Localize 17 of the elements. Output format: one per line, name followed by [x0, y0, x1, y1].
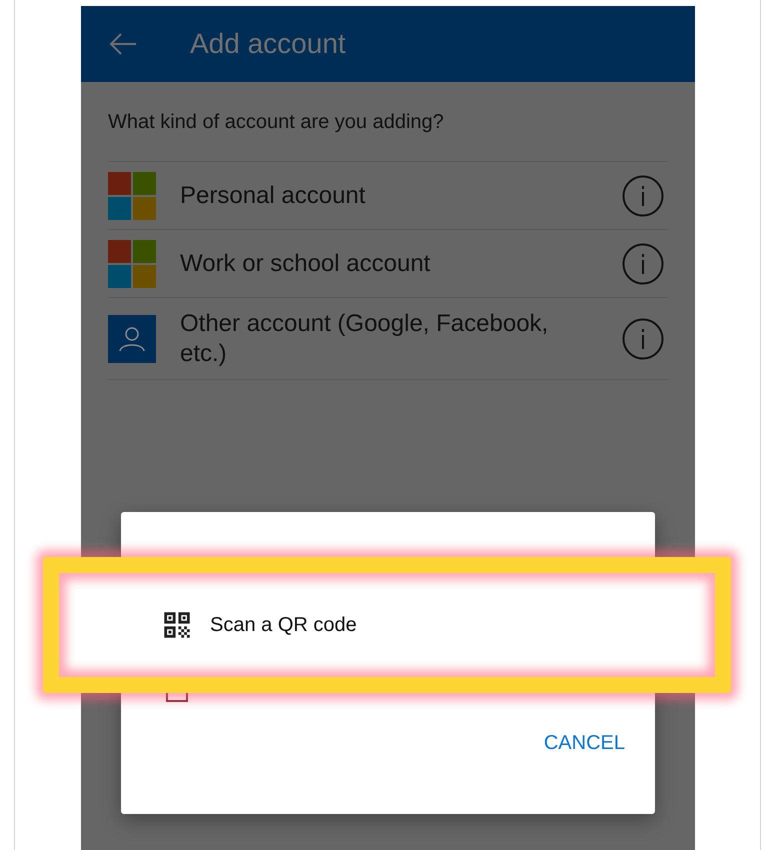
account-option[interactable]: Personal account: [108, 161, 668, 229]
dialog-option[interactable]: Scan a QR code: [210, 610, 357, 640]
account-option[interactable]: Work or school account: [108, 229, 668, 297]
account-label: Personal account: [180, 180, 366, 210]
screen-title: Add account: [190, 27, 346, 61]
info-icon[interactable]: [622, 318, 664, 360]
person-icon: [108, 314, 156, 362]
account-label: Other account (Google, Facebook, etc.): [180, 308, 550, 368]
back-arrow-icon[interactable]: [108, 32, 138, 56]
four-squares-icon: [108, 240, 156, 288]
prompt-text: What kind of account are you adding?: [108, 110, 445, 134]
four-squares-icon: [108, 172, 156, 220]
info-icon[interactable]: [622, 174, 664, 216]
cancel-button[interactable]: CANCEL: [544, 728, 625, 758]
info-icon[interactable]: [622, 242, 664, 284]
account-option[interactable]: Other account (Google, Facebook, etc.): [108, 297, 668, 380]
account-label: Work or school account: [180, 248, 432, 278]
